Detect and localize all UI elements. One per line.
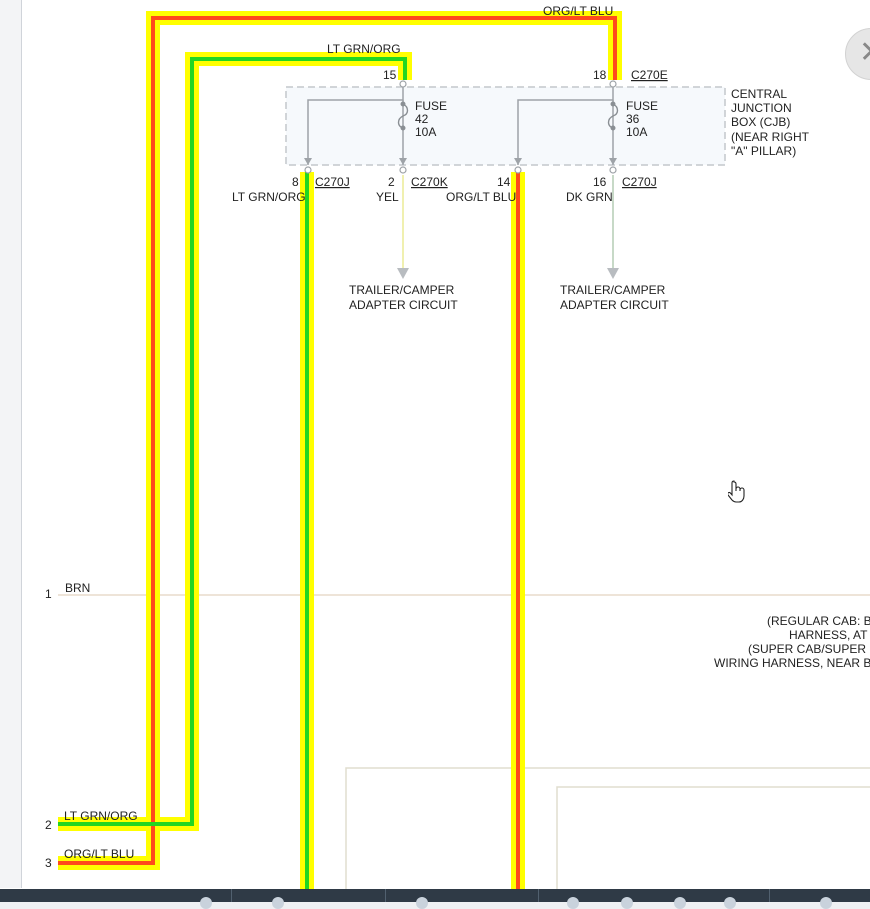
toolbar-group-1[interactable] [0, 889, 233, 909]
connector-pin-15 [399, 80, 407, 88]
x-icon: ✕ [859, 38, 870, 68]
fuse-42-number: 42 [415, 112, 429, 126]
cjb-label-line-5: "A" PILLAR) [731, 144, 796, 158]
toolbar-group-2[interactable] [232, 889, 386, 909]
left-pin-1: 1 [45, 587, 52, 601]
trailer-right-line-1: TRAILER/CAMPER [560, 283, 666, 297]
output-pin-2: 2 [388, 175, 395, 189]
toolbar-icon[interactable] [415, 897, 428, 909]
left-pin-3: 3 [45, 856, 52, 870]
connector-pin-18 [609, 80, 617, 88]
component-outline-inner [556, 786, 870, 889]
output-wire-org-lt-blu: ORG/LT BLU [446, 190, 516, 204]
fuse-42-word: FUSE [415, 99, 447, 113]
cjb-label-line-1: CENTRAL [731, 87, 787, 101]
component-outline-outer [345, 767, 870, 889]
top-wire-label-lt-grn-org: LT GRN/ORG [327, 42, 401, 56]
left-wire-lt-grn-org: LT GRN/ORG [64, 809, 138, 823]
cjb-label-line-2: JUNCTION [731, 101, 792, 115]
trailer-arrow-right-icon [607, 268, 619, 279]
output-wire-lt-grn-org: LT GRN/ORG [232, 190, 306, 204]
connector-pin-14 [514, 166, 522, 174]
fuse-36-word: FUSE [626, 99, 658, 113]
toolbar-icon[interactable] [272, 897, 285, 909]
left-pin-2: 2 [45, 818, 52, 832]
toolbar-group-3[interactable] [386, 889, 540, 909]
central-junction-box [285, 86, 726, 166]
note-line-1: (REGULAR CAB: BO [767, 614, 870, 628]
toolbar-group-5[interactable] [770, 889, 870, 909]
connector-pin-16 [609, 166, 617, 174]
toolbar-group-4[interactable] [539, 889, 771, 909]
cjb-label-line-3: BOX (CJB) [731, 115, 790, 129]
connector-pin-8 [304, 166, 312, 174]
trailer-arrow-left-icon [397, 268, 409, 279]
trailer-left-line-1: TRAILER/CAMPER [349, 283, 455, 297]
fuse-42-rating: 10A [415, 125, 436, 139]
output-connector-c270j-left: C270J [315, 175, 350, 189]
pin-number-18: 18 [593, 68, 607, 82]
lt-grn-org-wire [58, 57, 407, 826]
toolbar-icon[interactable] [674, 897, 687, 909]
output-pin-14: 14 [497, 175, 511, 189]
fuse-36-number: 36 [626, 112, 640, 126]
wiring-diagram: ORG/LT BLU LT GRN/ORG 15 18 C270E FUSE 4… [45, 4, 870, 889]
trailer-right-line-2: ADAPTER CIRCUIT [560, 298, 669, 312]
note-line-4: WIRING HARNESS, NEAR BR [714, 656, 870, 670]
output-wire-dk-grn: DK GRN [566, 190, 613, 204]
toolbar-icon[interactable] [820, 897, 833, 909]
toolbar-icon[interactable] [567, 897, 580, 909]
connector-pin-2 [399, 166, 407, 174]
top-wire-label-org-lt-blu: ORG/LT BLU [543, 4, 613, 18]
note-line-2: HARNESS, AT I [789, 628, 870, 642]
bottom-toolbar [0, 889, 870, 909]
output-pin-16: 16 [593, 175, 607, 189]
output-pin-8: 8 [292, 175, 299, 189]
diagram-viewer: ORG/LT BLU LT GRN/ORG 15 18 C270E FUSE 4… [0, 0, 870, 909]
pin-number-15: 15 [383, 68, 397, 82]
toolbar-icon[interactable] [200, 897, 212, 909]
hand-pointer-icon [728, 480, 745, 503]
connector-label-c270e: C270E [631, 68, 668, 82]
left-wire-org-lt-blu: ORG/LT BLU [64, 847, 134, 861]
fuse-36-rating: 10A [626, 125, 647, 139]
cjb-label-line-4: (NEAR RIGHT [731, 130, 810, 144]
output-connector-c270k: C270K [411, 175, 448, 189]
output-connector-c270j-right: C270J [622, 175, 657, 189]
left-wire-brn: BRN [65, 581, 90, 595]
trailer-left-line-2: ADAPTER CIRCUIT [349, 298, 458, 312]
note-line-3: (SUPER CAB/SUPER C [748, 642, 870, 656]
toolbar-icon[interactable] [621, 897, 634, 909]
toolbar-icon[interactable] [724, 897, 737, 909]
output-wire-yel: YEL [376, 190, 399, 204]
